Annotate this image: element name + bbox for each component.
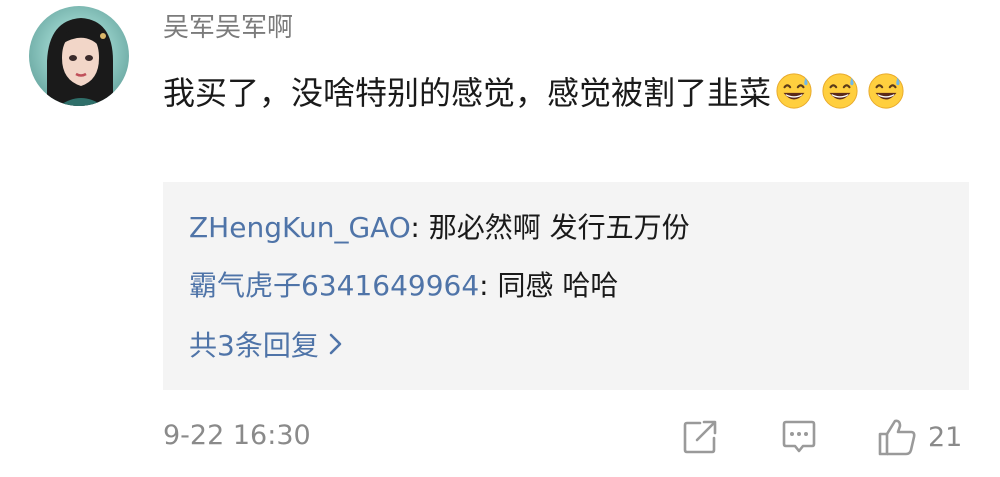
reply-separator: :: [479, 269, 498, 302]
grinning-sweat-emoji: [775, 70, 813, 109]
comment-text: 我买了，没啥特别的感觉，感觉被割了韭菜: [163, 74, 772, 112]
share-icon: [683, 420, 717, 454]
reply-comment-icon: [782, 420, 816, 453]
reply-button[interactable]: [779, 415, 819, 459]
reply-item[interactable]: 霸气虎子6341649964: 同感 哈哈: [189, 266, 618, 306]
view-all-replies-link[interactable]: 共3条回复: [189, 326, 343, 366]
reply-username[interactable]: ZHengKun_GAO: [189, 211, 410, 244]
emoji-group: [771, 73, 909, 112]
share-button[interactable]: [680, 415, 720, 459]
grinning-sweat-emoji: [821, 70, 859, 109]
reply-item[interactable]: ZHengKun_GAO: 那必然啊 发行五万份: [189, 208, 690, 248]
comment-timestamp: 9-22 16:30: [163, 420, 311, 451]
reply-text: 那必然啊 发行五万份: [428, 211, 690, 244]
avatar-image: [47, 18, 113, 106]
comment-body: 我买了，没啥特别的感觉，感觉被割了韭菜: [163, 64, 963, 122]
comment-username[interactable]: 吴军吴军啊: [163, 8, 293, 48]
grinning-sweat-emoji: [867, 70, 905, 109]
view-all-replies-label: 共3条回复: [189, 329, 319, 362]
chevron-right-icon: [329, 326, 343, 366]
like-count: 21: [928, 421, 963, 453]
like-button[interactable]: 21: [876, 415, 962, 459]
reply-username[interactable]: 霸气虎子6341649964: [189, 269, 479, 302]
avatar[interactable]: [29, 6, 129, 106]
reply-text: 同感 哈哈: [497, 269, 619, 302]
thumbs-up-icon: [878, 419, 916, 456]
reply-preview[interactable]: ZHengKun_GAO: 那必然啊 发行五万份 霸气虎子6341649964:…: [163, 182, 969, 390]
reply-separator: :: [410, 211, 429, 244]
